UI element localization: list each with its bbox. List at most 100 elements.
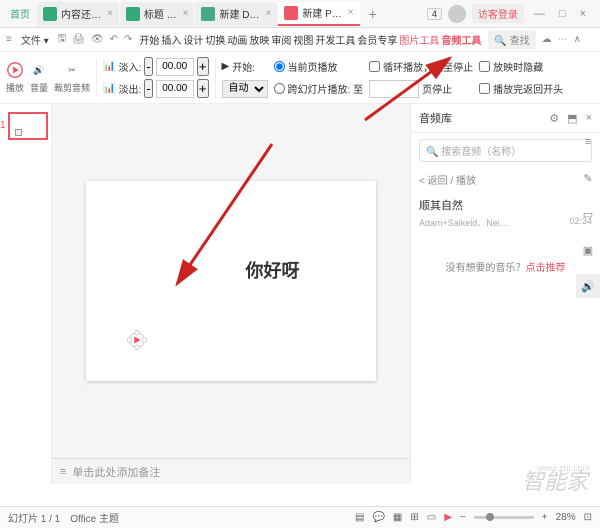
menu-bar: ≡ 文件 ▾ 🖫 🖨 👁 ↶ ↷ 开始 插入 设计 切换 动画 放映 审阅 视图… <box>0 28 600 52</box>
avatar-icon[interactable] <box>448 5 466 23</box>
inc-button[interactable]: + <box>197 57 209 76</box>
close-icon[interactable]: × <box>265 8 271 19</box>
zoom-out-icon[interactable]: − <box>460 512 466 523</box>
tab-doc[interactable]: 内容还…× <box>37 2 119 26</box>
sheet-icon <box>126 7 140 21</box>
track-title: 顺其自然 <box>419 197 592 213</box>
side-toolbar: ≡ ✎ ▭ ▣ 🔊 <box>576 130 600 298</box>
tab-review[interactable]: 审阅 <box>270 32 292 47</box>
tab-view[interactable]: 视图 <box>292 32 314 47</box>
tab-doc[interactable]: 标题 …× <box>120 2 195 26</box>
search-box[interactable]: 🔍 查找 <box>488 30 535 49</box>
tab-member[interactable]: 会员专享 <box>356 32 398 47</box>
panel-title: 音频库 <box>419 110 452 126</box>
notes-pane[interactable]: ≡ 单击此处添加备注 <box>52 458 410 484</box>
slide-text[interactable]: 你好呀 <box>246 257 300 283</box>
trim-group[interactable]: ✂ 裁剪音频 <box>54 61 90 94</box>
minimize-icon[interactable]: — <box>530 8 549 20</box>
play-group[interactable]: 播放 <box>6 61 24 94</box>
fadeout-input[interactable] <box>156 80 194 98</box>
sorter-view-icon[interactable]: ⊞ <box>410 512 418 523</box>
zoom-value[interactable]: 28% <box>556 512 576 523</box>
dec-button[interactable]: - <box>144 57 152 76</box>
comments-icon[interactable]: 💬 <box>372 512 384 523</box>
audio-tool-icon[interactable]: 🔊 <box>576 274 600 298</box>
tab-start[interactable]: 开始 <box>138 32 160 47</box>
rewind-checkbox[interactable] <box>479 83 490 94</box>
zoom-in-icon[interactable]: + <box>542 512 548 523</box>
reading-view-icon[interactable]: ▭ <box>427 512 436 523</box>
menu-icon[interactable]: ≡ <box>6 34 12 45</box>
notes-toggle-icon[interactable]: ▤ <box>355 512 364 523</box>
gear-icon[interactable]: ⚙ <box>549 112 559 125</box>
trim-icon: ✂ <box>63 61 81 79</box>
undo-icon[interactable]: ↶ <box>110 34 118 45</box>
slide[interactable]: 你好呀 <box>86 181 376 381</box>
collapse-icon[interactable]: ∧ <box>574 34 581 45</box>
select-tool-icon[interactable]: ▭ <box>576 202 600 226</box>
current-page-radio[interactable] <box>274 61 285 72</box>
audio-track[interactable]: 顺其自然 Adam+Salkeld、Nei…02:34 <box>411 191 600 235</box>
close-icon[interactable]: × <box>576 8 590 20</box>
close-icon[interactable]: × <box>348 7 354 18</box>
badge: 4 <box>427 8 442 20</box>
close-panel-icon[interactable]: × <box>586 112 592 125</box>
tab-doc[interactable]: 新建 D…× <box>195 2 277 26</box>
save-icon[interactable]: 🖫 <box>58 31 67 48</box>
audio-marker-icon <box>15 129 22 136</box>
cloud-icon[interactable]: ☁ <box>542 34 552 45</box>
document-tabs: 首页 内容还…× 标题 …× 新建 D…× 新建 P…× + 4 访客登录 — … <box>0 0 600 28</box>
play-icon <box>6 61 24 79</box>
tab-doc-active[interactable]: 新建 P…× <box>278 2 359 26</box>
word-icon <box>201 7 215 21</box>
recommend-link[interactable]: 点击推荐 <box>526 263 566 274</box>
theme-name: Office 主题 <box>70 510 119 525</box>
volume-group[interactable]: 🔊 音量 <box>30 61 48 94</box>
file-menu[interactable]: 文件 ▾ <box>18 32 52 47</box>
audio-object[interactable] <box>126 329 148 351</box>
tab-show[interactable]: 放映 <box>248 32 270 47</box>
notes-placeholder: 单击此处添加备注 <box>72 464 160 480</box>
tab-home[interactable]: 首页 <box>4 2 36 26</box>
normal-view-icon[interactable]: ▦ <box>393 512 402 523</box>
fadein-input[interactable] <box>156 58 194 76</box>
slide-number: 1 <box>0 120 6 131</box>
layers-tool-icon[interactable]: ▣ <box>576 238 600 262</box>
dec-button[interactable]: - <box>144 79 152 98</box>
cross-slide-radio[interactable] <box>274 83 285 94</box>
audio-library-panel: 音频库 ⚙ ⬒ × 🔍 搜索音频（名称） < 返回 / 播放 顺其自然 Adam… <box>410 104 600 484</box>
hide-checkbox[interactable] <box>479 61 490 72</box>
pin-icon[interactable]: ⬒ <box>567 112 577 125</box>
tab-transition[interactable]: 切换 <box>204 32 226 47</box>
tab-dev[interactable]: 开发工具 <box>314 32 356 47</box>
wave-out-icon: 📊 <box>103 83 115 94</box>
tab-audio-tools[interactable]: 音频工具 <box>440 32 482 47</box>
tab-animation[interactable]: 动画 <box>226 32 248 47</box>
inc-button[interactable]: + <box>197 79 209 98</box>
tab-insert[interactable]: 插入 <box>160 32 182 47</box>
page-stop-input[interactable] <box>369 80 419 98</box>
fit-icon[interactable]: ⊡ <box>584 512 592 523</box>
more-icon[interactable]: ⋯ <box>558 34 568 45</box>
close-icon[interactable]: × <box>183 8 189 19</box>
zoom-slider[interactable] <box>474 516 534 519</box>
slideshow-icon[interactable]: ▶ <box>444 512 452 523</box>
tab-design[interactable]: 设计 <box>182 32 204 47</box>
maximize-icon[interactable]: □ <box>555 8 570 20</box>
print-icon[interactable]: 🖨 <box>72 34 85 45</box>
start-select[interactable]: 自动 <box>222 80 268 98</box>
redo-icon[interactable]: ↷ <box>124 34 132 45</box>
paint-tool-icon[interactable]: ✎ <box>576 166 600 190</box>
tab-image-tools[interactable]: 图片工具 <box>398 32 440 47</box>
close-icon[interactable]: × <box>107 8 113 19</box>
ribbon-tabs: 开始 插入 设计 切换 动画 放映 审阅 视图 开发工具 会员专享 图片工具 音… <box>138 32 482 47</box>
back-link[interactable]: < 返回 / 播放 <box>411 168 600 191</box>
collapse-tool-icon[interactable]: ≡ <box>576 130 600 154</box>
preview-icon[interactable]: 👁 <box>91 34 104 45</box>
start-icon: ▶ <box>222 61 230 72</box>
login-button[interactable]: 访客登录 <box>472 4 524 23</box>
loop-checkbox[interactable] <box>369 61 380 72</box>
slide-thumb-1[interactable]: 1 <box>8 112 48 140</box>
audio-search-input[interactable]: 🔍 搜索音频（名称） <box>419 139 592 162</box>
add-tab-button[interactable]: + <box>361 6 385 22</box>
